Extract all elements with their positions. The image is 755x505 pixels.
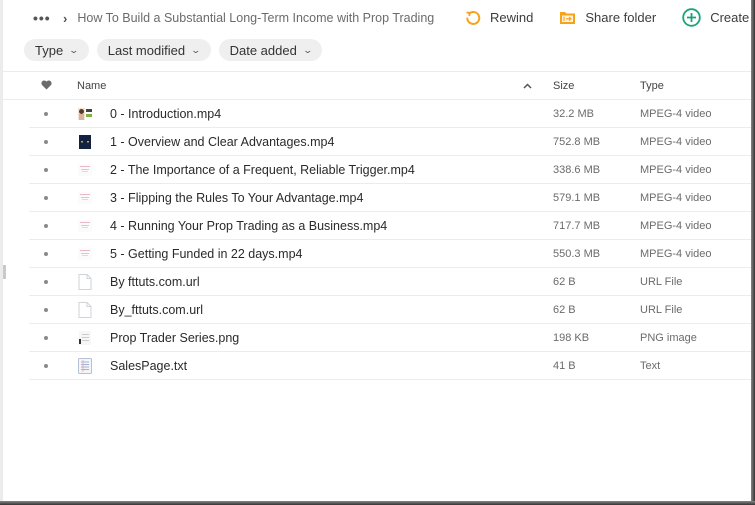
table-row[interactable]: 5 - Getting Funded in 22 days.mp4 550.3 M… <box>29 240 751 268</box>
table-row[interactable]: By_fttuts.com.url 62 B URL File <box>29 296 751 324</box>
file-name[interactable]: By_fttuts.com.url <box>110 303 203 317</box>
file-list: 0 - Introduction.mp4 32.2 MB MPEG-4 video 1… <box>3 100 751 380</box>
table-row[interactable]: By fttuts.com.url 62 B URL File <box>29 268 751 296</box>
favorite-toggle[interactable] <box>44 111 48 116</box>
file-size: 550.3 MB <box>553 247 601 260</box>
rewind-label: Rewind <box>490 10 534 25</box>
file-type: MPEG-4 video <box>640 135 712 148</box>
file-name[interactable]: 3 - Flipping the Rules To Your Advantage… <box>110 191 363 205</box>
divider <box>3 71 751 72</box>
video-thumbnail-icon <box>77 218 93 234</box>
name-column-header[interactable]: Name <box>77 80 106 92</box>
heart-icon <box>41 79 52 89</box>
table-row[interactable]: 1 - Overview and Clear Advantages.mp4 752… <box>29 128 751 156</box>
rewind-button[interactable]: Rewind <box>465 10 533 26</box>
favorite-toggle[interactable] <box>44 363 48 368</box>
share-folder-label: Share folder <box>585 10 657 25</box>
filter-date-added-label: Date added <box>229 42 297 58</box>
filter-last-modified-label: Last modified <box>107 42 186 58</box>
filter-date-added[interactable]: Date added ⌄ <box>218 39 323 61</box>
file-type: MPEG-4 video <box>640 219 712 232</box>
file-type: URL File <box>640 303 683 316</box>
file-size: 32.2 MB <box>553 107 594 120</box>
file-type: Text <box>640 359 661 372</box>
table-row[interactable]: 0 - Introduction.mp4 32.2 MB MPEG-4 video <box>29 100 751 128</box>
favorite-toggle[interactable] <box>44 279 48 284</box>
current-folder-title: How To Build a Substantial Long-Term Inc… <box>77 11 435 25</box>
file-size: 579.1 MB <box>553 191 601 204</box>
file-name[interactable]: 5 - Getting Funded in 22 days.mp4 <box>110 247 302 261</box>
filter-bar: Type ⌄ Last modified ⌄ Date added ⌄ <box>24 39 330 61</box>
file-size: 752.8 MB <box>553 135 601 148</box>
chevron-down-icon: ⌄ <box>302 44 313 55</box>
size-column-header[interactable]: Size <box>553 80 574 92</box>
file-size: 717.7 MB <box>553 219 601 232</box>
video-thumbnail-icon <box>77 134 93 150</box>
file-size: 41 B <box>553 359 576 372</box>
favorite-toggle[interactable] <box>44 335 48 340</box>
share-folder-icon <box>560 12 576 24</box>
file-type: MPEG-4 video <box>640 107 712 120</box>
window-shadow <box>751 0 755 505</box>
favorite-toggle[interactable] <box>44 195 48 200</box>
file-icon <box>77 273 93 290</box>
chevron-right-icon: › <box>63 10 68 26</box>
video-thumbnail-icon <box>77 246 93 262</box>
chevron-down-icon: ⌄ <box>190 44 202 55</box>
file-name[interactable]: SalesPage.txt <box>110 359 187 373</box>
file-size: 198 KB <box>553 331 590 344</box>
file-icon <box>77 301 93 318</box>
favorite-toggle[interactable] <box>44 139 48 144</box>
file-size: 338.6 MB <box>553 163 601 176</box>
toolbar: Rewind Share folder Create fol <box>465 8 751 27</box>
table-row[interactable]: 4 - Running Your Prop Trading as a Busin… <box>29 212 751 240</box>
file-type: URL File <box>640 275 683 288</box>
window-shadow <box>0 501 755 505</box>
favorite-toggle[interactable] <box>44 251 48 256</box>
video-thumbnail-icon <box>77 106 93 122</box>
chevron-down-icon: ⌄ <box>68 44 80 55</box>
file-name[interactable]: 2 - The Importance of a Frequent, Reliab… <box>110 163 415 177</box>
file-name[interactable]: Prop Trader Series.png <box>110 331 239 345</box>
favorite-column-header[interactable] <box>41 79 52 93</box>
file-type: MPEG-4 video <box>640 163 712 176</box>
favorite-toggle[interactable] <box>44 167 48 172</box>
table-row[interactable]: SalesPage.txt 41 B Text <box>29 352 751 380</box>
file-name[interactable]: By fttuts.com.url <box>110 275 200 289</box>
favorite-toggle[interactable] <box>44 307 48 312</box>
file-type: MPEG-4 video <box>640 191 712 204</box>
sort-ascending-icon[interactable] <box>523 81 532 92</box>
text-icon <box>77 357 93 374</box>
favorite-toggle[interactable] <box>44 223 48 228</box>
image-icon <box>77 330 93 346</box>
file-type: PNG image <box>640 331 697 344</box>
video-thumbnail-icon <box>77 190 93 206</box>
file-type: MPEG-4 video <box>640 247 712 260</box>
file-size: 62 B <box>553 303 576 316</box>
filter-type[interactable]: Type ⌄ <box>24 39 89 61</box>
file-name[interactable]: 0 - Introduction.mp4 <box>110 107 221 121</box>
table-row[interactable]: 3 - Flipping the Rules To Your Advantage… <box>29 184 751 212</box>
file-browser-window: ••• › How To Build a Substantial Long-Te… <box>0 0 751 501</box>
video-thumbnail-icon <box>77 162 93 178</box>
create-folder-label: Create fol <box>710 10 751 25</box>
file-size: 62 B <box>553 275 576 288</box>
file-name[interactable]: 1 - Overview and Clear Advantages.mp4 <box>110 135 334 149</box>
filter-last-modified[interactable]: Last modified ⌄ <box>96 39 211 61</box>
rewind-icon <box>466 10 481 25</box>
more-breadcrumbs-button[interactable]: ••• <box>33 10 55 26</box>
type-column-header[interactable]: Type <box>640 80 664 92</box>
share-folder-button[interactable]: Share folder <box>559 10 656 25</box>
filter-type-label: Type <box>35 42 64 58</box>
create-folder-icon <box>682 8 701 27</box>
table-row[interactable]: Prop Trader Series.png 198 KB PNG image <box>29 324 751 352</box>
file-name[interactable]: 4 - Running Your Prop Trading as a Busin… <box>110 219 387 233</box>
table-header: Name Size Type <box>3 73 751 100</box>
table-row[interactable]: 2 - The Importance of a Frequent, Reliab… <box>29 156 751 184</box>
create-folder-button[interactable]: Create fol <box>682 8 751 27</box>
